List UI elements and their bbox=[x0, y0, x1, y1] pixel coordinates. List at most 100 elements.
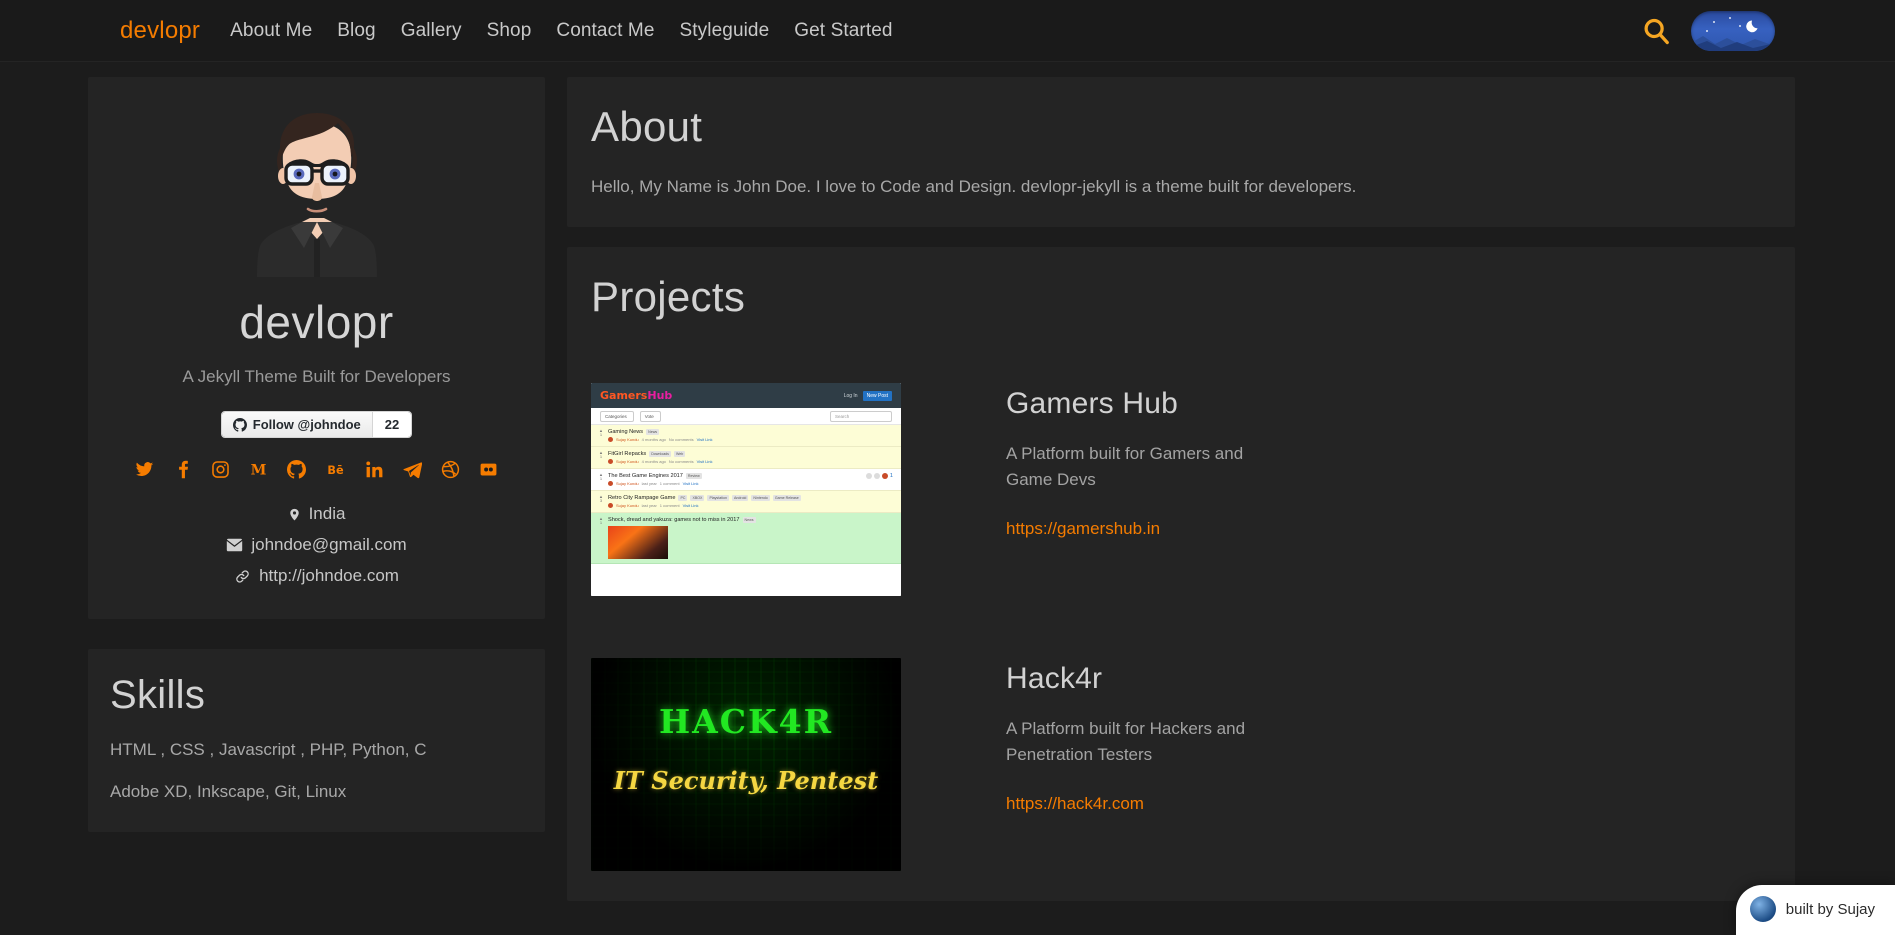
skills-line-1: HTML , CSS , Javascript , PHP, Python, C bbox=[110, 740, 523, 760]
nav-item-get-started[interactable]: Get Started bbox=[794, 20, 892, 42]
medium-icon[interactable]: M bbox=[249, 460, 268, 479]
gamershub-reaction-faces: 1 bbox=[866, 473, 893, 479]
project-thumbnail-hack4r[interactable]: HACK4R IT Security, Pentest bbox=[591, 658, 901, 871]
gamershub-post-title: Retro City Rampage GamePCXBOXPlaystation… bbox=[608, 495, 893, 501]
gamershub-logo-part2: Hub bbox=[647, 389, 672, 402]
github-icon[interactable] bbox=[287, 460, 306, 479]
project-title: Hack4r bbox=[1006, 662, 1276, 696]
moon-icon bbox=[1746, 18, 1762, 34]
envelope-icon bbox=[226, 538, 243, 552]
gamershub-post-title: Shock, dread and yakuza: games not to mi… bbox=[608, 517, 893, 523]
gamershub-post-title: Gaming NewsNews bbox=[608, 429, 893, 435]
gamershub-filter-bar: Categories Vote Search bbox=[591, 408, 901, 425]
gamershub-post-meta: Sujay Kundu last year 1 comment Visit Li… bbox=[608, 503, 893, 508]
flickr-icon[interactable] bbox=[479, 460, 498, 479]
navbar-actions bbox=[1641, 11, 1865, 51]
hack4r-subtitle: IT Security, Pentest bbox=[591, 766, 901, 795]
gamershub-post-meta: Sujay Kundu 4 months ago No comments Vis… bbox=[608, 459, 893, 464]
gamershub-post-title: The Best Game Engines 2017Review 1 bbox=[608, 473, 893, 479]
gamershub-vote: ▲1 bbox=[599, 429, 603, 438]
linkedin-icon[interactable] bbox=[365, 460, 384, 479]
behance-icon[interactable]: Bē bbox=[325, 460, 346, 479]
left-column: devlopr A Jekyll Theme Built for Develop… bbox=[0, 77, 545, 901]
built-by-label: built by Sujay bbox=[1786, 901, 1875, 918]
website-text[interactable]: http://johndoe.com bbox=[259, 566, 399, 586]
gamershub-vote: ▲1 bbox=[599, 473, 603, 482]
gamershub-logo: GamersHub bbox=[600, 389, 672, 402]
gamershub-vote: ▲1 bbox=[599, 451, 603, 460]
nav-item-contact-me[interactable]: Contact Me bbox=[556, 20, 654, 42]
projects-heading: Projects bbox=[591, 273, 1771, 321]
profile-card: devlopr A Jekyll Theme Built for Develop… bbox=[88, 77, 545, 619]
hack4r-title: HACK4R bbox=[591, 702, 901, 741]
dribbble-icon[interactable] bbox=[441, 460, 460, 479]
map-pin-icon bbox=[288, 506, 301, 523]
telegram-icon[interactable] bbox=[403, 460, 422, 479]
gamershub-vote: ▲1 bbox=[599, 517, 603, 526]
hack4r-banner: HACK4R IT Security, Pentest bbox=[591, 658, 901, 871]
profile-tagline: A Jekyll Theme Built for Developers bbox=[112, 367, 521, 387]
about-heading: About bbox=[591, 103, 1771, 151]
project-item-hack4r: HACK4R IT Security, Pentest Hack4r A Pla… bbox=[591, 658, 1771, 871]
email-text[interactable]: johndoe@gmail.com bbox=[251, 535, 406, 555]
hills-decoration bbox=[1691, 33, 1775, 51]
twitter-icon[interactable] bbox=[135, 460, 154, 479]
project-title: Gamers Hub bbox=[1006, 387, 1276, 421]
avatar-icon bbox=[1750, 896, 1776, 922]
contact-location: India bbox=[112, 504, 521, 524]
project-item-gamers-hub: GamersHub Log In New Post Categories Vot… bbox=[591, 383, 1771, 596]
project-link[interactable]: https://hack4r.com bbox=[1006, 794, 1276, 814]
navbar: devlopr About Me Blog Gallery Shop Conta… bbox=[0, 0, 1895, 62]
nav-item-about-me[interactable]: About Me bbox=[230, 20, 312, 42]
gamershub-header: GamersHub Log In New Post bbox=[591, 383, 901, 408]
contact-list: India johndoe@gmail.com http://johndoe.c… bbox=[112, 504, 521, 586]
github-follow-main[interactable]: Follow @johndoe bbox=[222, 412, 372, 437]
projects-card: Projects GamersHub Log In New Post bbox=[567, 247, 1795, 901]
skills-line-2: Adobe XD, Inkscape, Git, Linux bbox=[110, 782, 523, 802]
nav-item-blog[interactable]: Blog bbox=[337, 20, 375, 42]
theme-toggle-dark-mode[interactable] bbox=[1691, 11, 1775, 51]
contact-website[interactable]: http://johndoe.com bbox=[112, 566, 521, 586]
gamershub-post-body: Retro City Rampage GamePCXBOXPlaystation… bbox=[608, 495, 893, 508]
location-text: India bbox=[309, 504, 346, 524]
gamershub-post-row: ▲1 Gaming NewsNews Sujay Kundu 4 months … bbox=[591, 425, 901, 447]
gamershub-login-link: Log In bbox=[844, 393, 858, 399]
github-follow-button[interactable]: Follow @johndoe 22 bbox=[221, 411, 412, 438]
nav-item-shop[interactable]: Shop bbox=[487, 20, 532, 42]
project-description: A Platform built for Hackers and Penetra… bbox=[1006, 716, 1276, 769]
built-by-badge[interactable]: built by Sujay bbox=[1736, 885, 1895, 935]
instagram-icon[interactable] bbox=[211, 460, 230, 479]
project-info-hack4r: Hack4r A Platform built for Hackers and … bbox=[1006, 658, 1276, 814]
brand-logo[interactable]: devlopr bbox=[120, 17, 200, 45]
gamershub-post-title: FitGirl RepacksDownloadsWeb bbox=[608, 451, 893, 457]
gamershub-post-body: The Best Game Engines 2017Review 1 Sujay… bbox=[608, 473, 893, 486]
about-body: Hello, My Name is John Doe. I love to Co… bbox=[591, 177, 1771, 197]
contact-email[interactable]: johndoe@gmail.com bbox=[112, 535, 521, 555]
facebook-icon[interactable] bbox=[173, 460, 192, 479]
gamershub-author-avatar bbox=[608, 437, 613, 442]
gamershub-search-input: Search bbox=[830, 411, 892, 422]
github-follower-count[interactable]: 22 bbox=[372, 412, 411, 437]
gamershub-post-body: Shock, dread and yakuza: games not to mi… bbox=[608, 517, 893, 559]
svg-text:Bē: Bē bbox=[327, 464, 344, 477]
page-body: devlopr A Jekyll Theme Built for Develop… bbox=[0, 62, 1895, 901]
project-link[interactable]: https://gamershub.in bbox=[1006, 519, 1276, 539]
svg-text:M: M bbox=[251, 463, 267, 479]
nav-item-styleguide[interactable]: Styleguide bbox=[680, 20, 770, 42]
gamershub-vote-select: Vote bbox=[640, 411, 661, 422]
gamershub-post-image bbox=[608, 526, 668, 559]
gamershub-screenshot: GamersHub Log In New Post Categories Vot… bbox=[591, 383, 901, 596]
github-icon bbox=[233, 418, 247, 432]
gamershub-post-body: Gaming NewsNews Sujay Kundu 4 months ago… bbox=[608, 429, 893, 442]
gamershub-categories-select: Categories bbox=[600, 411, 634, 422]
project-thumbnail-gamers-hub[interactable]: GamersHub Log In New Post Categories Vot… bbox=[591, 383, 901, 596]
gamershub-author-avatar bbox=[608, 459, 613, 464]
profile-name: devlopr bbox=[112, 295, 521, 349]
gamershub-post-row: ▲3 Retro City Rampage GamePCXBOXPlaystat… bbox=[591, 491, 901, 513]
search-icon[interactable] bbox=[1641, 16, 1671, 46]
gamershub-newpost-button: New Post bbox=[863, 391, 892, 401]
project-description: A Platform built for Gamers and Game Dev… bbox=[1006, 441, 1276, 494]
nav-item-gallery[interactable]: Gallery bbox=[401, 20, 462, 42]
right-column: About Hello, My Name is John Doe. I love… bbox=[545, 77, 1895, 901]
gamershub-vote: ▲3 bbox=[599, 495, 603, 504]
